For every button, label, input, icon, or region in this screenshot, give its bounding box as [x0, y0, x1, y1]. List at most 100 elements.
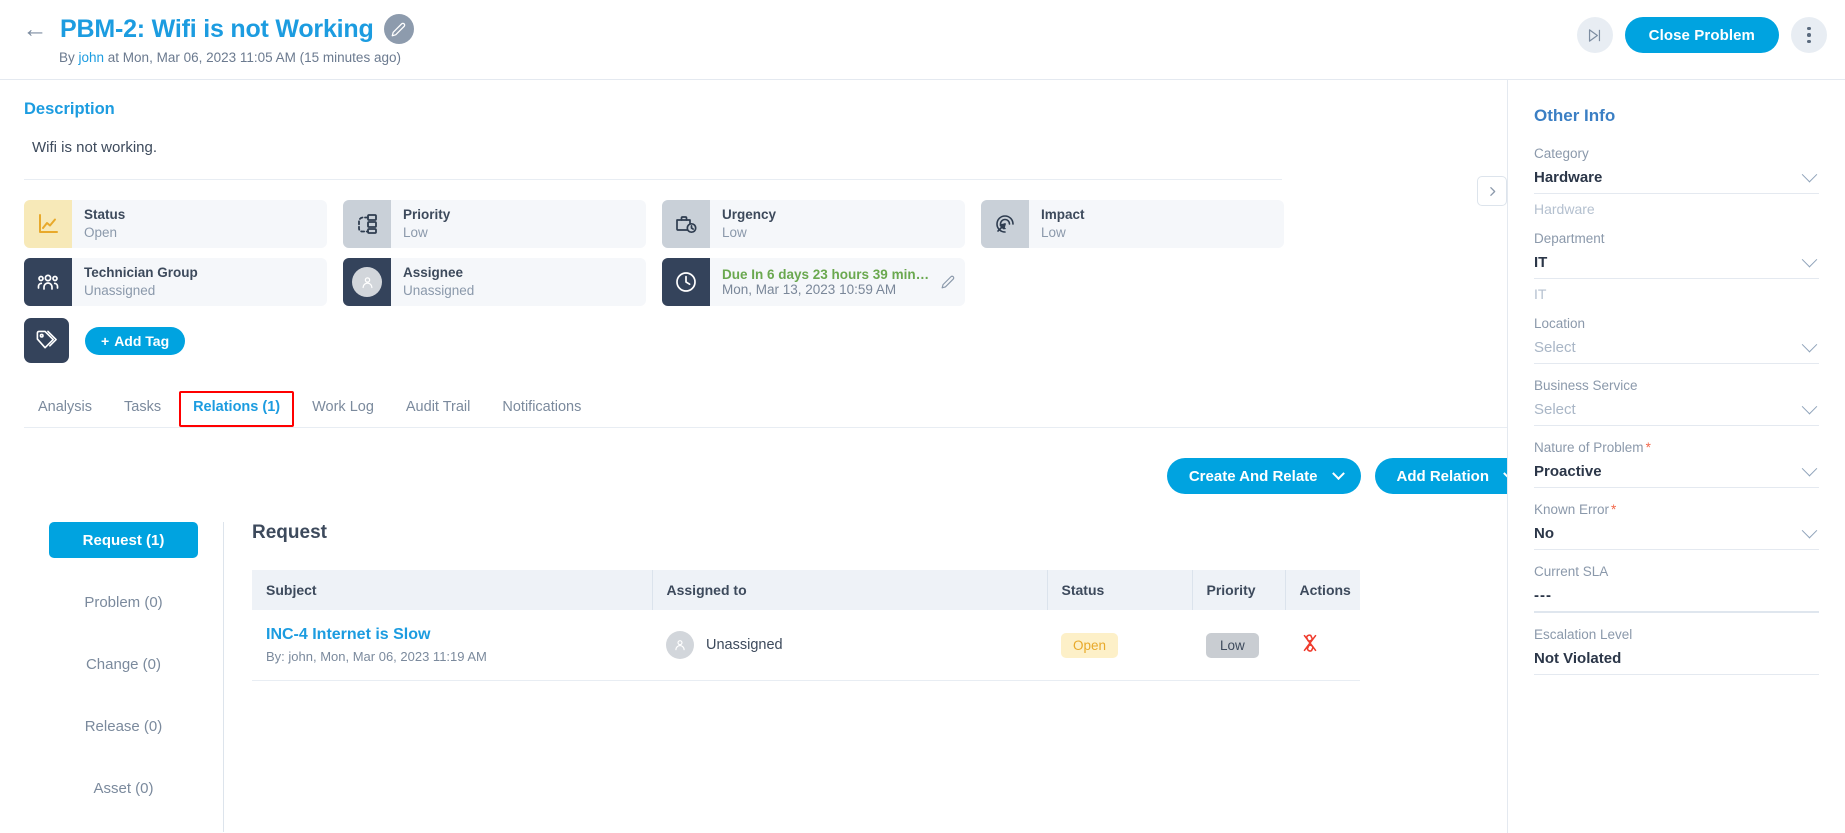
field-card-technician-group[interactable]: Technician Group Unassigned [24, 258, 327, 306]
close-problem-button[interactable]: Close Problem [1625, 17, 1779, 53]
field-control[interactable]: Select [1534, 339, 1819, 363]
field-underline [1534, 487, 1819, 488]
relations-section: Request (1) Problem (0) Change (0) Relea… [24, 522, 1479, 832]
field-label: Impact [1041, 207, 1085, 224]
column-actions: Actions [1285, 570, 1360, 610]
tab-tasks[interactable]: Tasks [110, 391, 175, 427]
other-info-field-business-service: Business Service Select [1534, 378, 1819, 426]
label-text: Location [1534, 316, 1585, 331]
field-control[interactable]: Select [1534, 401, 1819, 425]
relation-type-list: Request (1) Problem (0) Change (0) Relea… [24, 522, 224, 832]
field-control[interactable]: No [1534, 525, 1819, 549]
kebab-menu-icon[interactable] [1791, 17, 1827, 53]
pencil-icon[interactable] [384, 14, 414, 44]
author-link[interactable]: john [79, 50, 105, 65]
field-card-due-date[interactable]: Due In 6 days 23 hours 39 minu… Mon, Mar… [662, 258, 965, 306]
tab-notifications[interactable]: Notifications [488, 391, 595, 427]
other-info-title: Other Info [1534, 106, 1819, 126]
arrow-left-icon[interactable]: ← [22, 16, 48, 42]
field-label: Category [1534, 146, 1819, 161]
other-info-field-category: Category Hardware Hardware [1534, 146, 1819, 217]
field-label: Nature of Problem* [1534, 440, 1819, 455]
unlink-icon[interactable] [1299, 632, 1321, 654]
field-card-text: Technician Group Unassigned [72, 258, 198, 306]
field-label: Priority [403, 207, 450, 224]
header-title-row: ← PBM-2: Wifi is not Working [22, 14, 414, 44]
relation-type-change[interactable]: Change (0) [49, 646, 198, 682]
relation-table-area: Request Subject Assigned to Status Prior… [224, 522, 1479, 832]
tags-icon [24, 318, 69, 363]
cell-subject: INC-4 Internet is Slow By: john, Mon, Ma… [252, 610, 652, 681]
assignee-cell: Unassigned [666, 631, 1033, 659]
field-control[interactable]: IT [1534, 254, 1819, 278]
field-value: Select [1534, 339, 1576, 356]
kebab-dots [1807, 27, 1811, 44]
field-card-urgency[interactable]: Urgency Low [662, 200, 965, 248]
subtitle-prefix: By [59, 50, 79, 65]
field-control: --- [1534, 587, 1819, 611]
relation-type-asset[interactable]: Asset (0) [49, 770, 198, 806]
tab-relations[interactable]: Relations (1) [179, 391, 294, 427]
skip-next-icon[interactable] [1577, 17, 1613, 53]
page-header: ← PBM-2: Wifi is not Working By john at … [0, 0, 1845, 80]
field-value: --- [1534, 587, 1552, 604]
relation-actions: Create And Relate Add Relation [24, 458, 1507, 494]
field-card-status[interactable]: Status Open [24, 200, 327, 248]
column-subject: Subject [252, 570, 652, 610]
relation-type-release[interactable]: Release (0) [49, 708, 198, 744]
tab-analysis[interactable]: Analysis [24, 391, 106, 427]
tab-work-log[interactable]: Work Log [298, 391, 388, 427]
page-body: Description Wifi is not working. Status … [0, 80, 1845, 833]
relation-type-request[interactable]: Request (1) [49, 522, 198, 558]
field-label: Location [1534, 316, 1819, 331]
field-control[interactable]: Hardware [1534, 169, 1819, 193]
assignee-name: Unassigned [706, 637, 783, 653]
field-label: Technician Group [84, 265, 198, 282]
field-card-impact[interactable]: Impact Low [981, 200, 1284, 248]
clock-icon [662, 258, 710, 306]
field-value: Open [84, 224, 125, 242]
header-left: ← PBM-2: Wifi is not Working By john at … [22, 14, 414, 65]
target-cursor-icon [981, 200, 1029, 248]
create-and-relate-button[interactable]: Create And Relate [1167, 458, 1361, 494]
label-text: Nature of Problem [1534, 440, 1644, 455]
field-card-text: Status Open [72, 200, 125, 248]
add-relation-label: Add Relation [1397, 468, 1490, 485]
field-card-text: Urgency Low [710, 200, 776, 248]
field-label: Status [84, 207, 125, 224]
chevron-down-icon [1503, 467, 1507, 480]
tab-audit-trail[interactable]: Audit Trail [392, 391, 484, 427]
table-row: INC-4 Internet is Slow By: john, Mon, Ma… [252, 610, 1360, 681]
due-date: Mon, Mar 13, 2023 10:59 AM [722, 282, 931, 297]
relation-type-problem[interactable]: Problem (0) [49, 584, 198, 620]
due-remaining: Due In 6 days 23 hours 39 minu… [722, 267, 931, 282]
field-value: Hardware [1534, 169, 1602, 186]
description-divider [24, 179, 1282, 180]
field-card-assignee[interactable]: Assignee Unassigned [343, 258, 646, 306]
chevron-right-icon[interactable] [1477, 176, 1507, 206]
field-control[interactable]: Proactive [1534, 463, 1819, 487]
subject-link[interactable]: INC-4 Internet is Slow [266, 626, 638, 644]
due-pencil-icon[interactable] [931, 258, 965, 306]
other-info-field-location: Location Select [1534, 316, 1819, 364]
user-avatar-icon [343, 258, 391, 306]
priority-badge: Low [1206, 633, 1259, 658]
cell-assigned-to: Unassigned [652, 610, 1047, 681]
people-group-icon [24, 258, 72, 306]
create-and-relate-label: Create And Relate [1189, 468, 1318, 485]
field-card-priority[interactable]: Priority Low [343, 200, 646, 248]
add-relation-button[interactable]: Add Relation [1375, 458, 1508, 494]
other-info-field-escalation-level: Escalation Level Not Violated [1534, 627, 1819, 675]
main-inner: Description Wifi is not working. Status … [0, 80, 1507, 832]
column-status: Status [1047, 570, 1192, 610]
add-tag-label: Add Tag [114, 333, 169, 349]
column-priority: Priority [1192, 570, 1285, 610]
field-value: Low [403, 224, 450, 242]
tag-row: +Add Tag [24, 318, 1479, 363]
add-tag-button[interactable]: +Add Tag [85, 327, 185, 355]
field-value: Low [1041, 224, 1085, 242]
chevron-down-icon [1802, 461, 1818, 477]
field-underline [1534, 425, 1819, 426]
label-text: Escalation Level [1534, 627, 1632, 642]
chevron-down-icon [1802, 337, 1818, 353]
